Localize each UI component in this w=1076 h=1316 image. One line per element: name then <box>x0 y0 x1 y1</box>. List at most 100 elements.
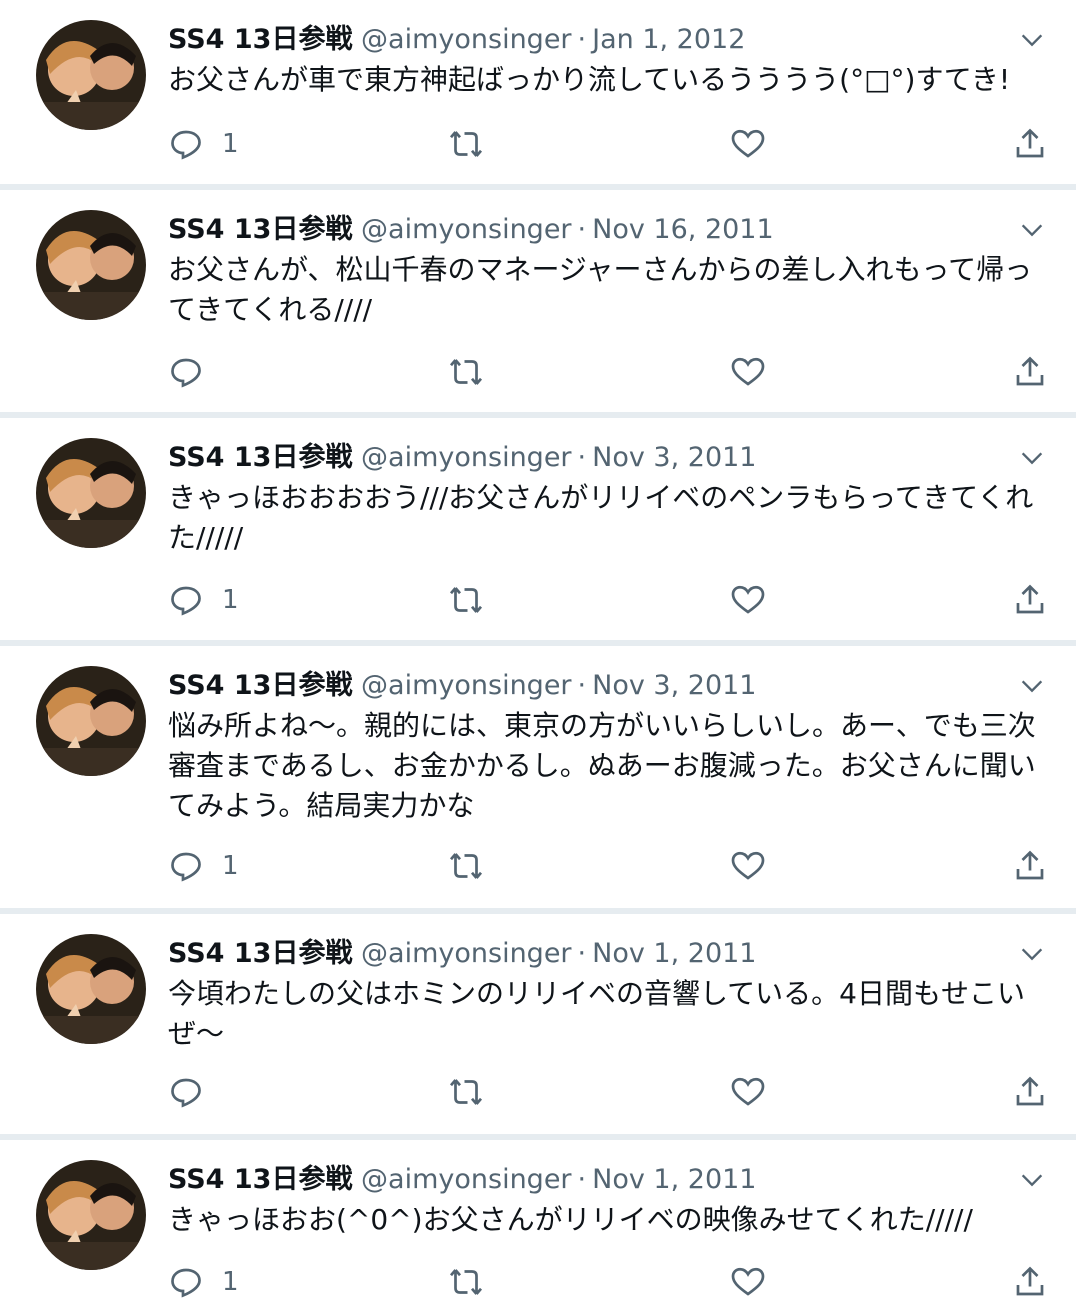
share-icon <box>1016 850 1044 880</box>
reply-button[interactable] <box>168 1072 222 1112</box>
tweet-date[interactable]: Nov 16, 2011 <box>592 214 774 245</box>
retweet-icon <box>449 1269 483 1295</box>
retweet-icon <box>449 1079 483 1105</box>
chevron-down-icon[interactable] <box>1018 26 1046 54</box>
display-name[interactable]: SS4 13日参戦 <box>168 1164 352 1195</box>
share-button[interactable] <box>1012 846 1048 886</box>
display-name[interactable]: SS4 13日参戦 <box>168 442 352 473</box>
avatar[interactable] <box>36 666 146 776</box>
tweet[interactable]: SS4 13日参戦 @aimyonsinger · Nov 3, 2011 悩み所よ… <box>4 646 1076 908</box>
user-handle[interactable]: @aimyonsinger <box>361 24 572 55</box>
share-icon <box>1016 128 1044 158</box>
separator-dot: · <box>577 670 587 701</box>
tweet-actions <box>168 1072 1048 1112</box>
tweet-text: お父さんが車で東方神起ばっかり流しているうううう(°□°)すてき! <box>168 63 1011 96</box>
avatar[interactable] <box>36 20 146 130</box>
retweet-button[interactable] <box>448 1072 484 1112</box>
avatar[interactable] <box>36 438 146 548</box>
like-button[interactable] <box>730 1072 766 1112</box>
retweet-icon <box>449 131 483 157</box>
share-icon <box>1016 356 1044 386</box>
tweet-text: きゃっほおお(^0^)お父さんがリリイベの映像みせてくれた///// <box>168 1203 973 1236</box>
display-name[interactable]: SS4 13日参戦 <box>168 214 352 245</box>
reply-button[interactable] <box>168 352 222 392</box>
retweet-button[interactable] <box>448 580 484 620</box>
user-handle[interactable]: @aimyonsinger <box>361 214 572 245</box>
tweet-date[interactable]: Nov 1, 2011 <box>592 1164 756 1195</box>
user-handle[interactable]: @aimyonsinger <box>361 442 572 473</box>
chevron-down-icon[interactable] <box>1018 940 1046 968</box>
chevron-down-icon[interactable] <box>1018 444 1046 472</box>
share-icon <box>1016 1076 1044 1106</box>
like-icon <box>731 129 765 158</box>
tweet[interactable]: SS4 13日参戦 @aimyonsinger · Nov 1, 2011 今頃わた… <box>4 914 1076 1134</box>
tweet-date[interactable]: Nov 3, 2011 <box>592 442 756 473</box>
reply-count: 1 <box>222 585 239 615</box>
retweet-button[interactable] <box>448 124 484 164</box>
tweet-header: SS4 13日参戦 @aimyonsinger · Nov 1, 2011 <box>168 1160 1046 1200</box>
tweet-actions <box>168 352 1048 392</box>
avatar[interactable] <box>36 210 146 320</box>
like-button[interactable] <box>730 580 766 620</box>
tweet[interactable]: SS4 13日参戦 @aimyonsinger · Nov 16, 2011 お父さ… <box>4 190 1076 412</box>
user-handle[interactable]: @aimyonsinger <box>361 938 572 969</box>
separator-dot: · <box>577 214 587 245</box>
tweet-actions: 1 <box>168 1262 1048 1302</box>
like-button[interactable] <box>730 1262 766 1302</box>
chevron-down-icon[interactable] <box>1018 1166 1046 1194</box>
retweet-button[interactable] <box>448 352 484 392</box>
tweet-date[interactable]: Nov 1, 2011 <box>592 938 756 969</box>
share-icon <box>1016 1266 1044 1296</box>
tweet[interactable]: SS4 13日参戦 @aimyonsinger · Nov 3, 2011 きゃっほ… <box>4 418 1076 640</box>
tweet-header: SS4 13日参戦 @aimyonsinger · Nov 3, 2011 <box>168 666 1046 706</box>
retweet-button[interactable] <box>448 846 484 886</box>
retweet-icon <box>449 587 483 613</box>
share-button[interactable] <box>1012 352 1048 392</box>
user-handle[interactable]: @aimyonsinger <box>361 1164 572 1195</box>
tweet-actions: 1 <box>168 124 1048 164</box>
retweet-icon <box>449 359 483 385</box>
share-button[interactable] <box>1012 580 1048 620</box>
reply-button[interactable]: 1 <box>168 124 239 164</box>
retweet-button[interactable] <box>448 1262 484 1302</box>
reply-count: 1 <box>222 1267 239 1297</box>
display-name[interactable]: SS4 13日参戦 <box>168 670 352 701</box>
tweet[interactable]: SS4 13日参戦 @aimyonsinger · Nov 1, 2011 きゃっほ… <box>4 1140 1076 1316</box>
tweet-text: お父さんが、松山千春のマネージャーさんからの差し入れもって帰ってきてくれる///… <box>168 253 1033 326</box>
like-icon <box>731 357 765 386</box>
timeline: SS4 13日参戦 @aimyonsinger · Jan 1, 2012 お父さん… <box>0 0 1076 1316</box>
tweet-date[interactable]: Nov 3, 2011 <box>592 670 756 701</box>
tweet-text: 今頃わたしの父はホミンのリリイベの音響している。4日間もせこいぜ〜 <box>168 977 1025 1050</box>
reply-button[interactable]: 1 <box>168 580 239 620</box>
avatar[interactable] <box>36 934 146 1044</box>
reply-count: 1 <box>222 851 239 881</box>
share-button[interactable] <box>1012 1262 1048 1302</box>
separator-dot: · <box>577 938 587 969</box>
reply-button[interactable]: 1 <box>168 846 239 886</box>
display-name[interactable]: SS4 13日参戦 <box>168 24 352 55</box>
reply-icon <box>171 358 201 388</box>
reply-icon <box>171 1268 201 1298</box>
like-button[interactable] <box>730 846 766 886</box>
avatar[interactable] <box>36 1160 146 1270</box>
separator-dot: · <box>577 442 587 473</box>
share-button[interactable] <box>1012 1072 1048 1112</box>
like-button[interactable] <box>730 352 766 392</box>
tweet-text: きゃっほおおおおう///お父さんがリリイベのペンラもらってきてくれた///// <box>168 481 1034 554</box>
separator-dot: · <box>577 1164 587 1195</box>
like-button[interactable] <box>730 124 766 164</box>
share-button[interactable] <box>1012 124 1048 164</box>
tweet-actions: 1 <box>168 846 1048 886</box>
user-handle[interactable]: @aimyonsinger <box>361 670 572 701</box>
tweet-actions: 1 <box>168 580 1048 620</box>
chevron-down-icon[interactable] <box>1018 672 1046 700</box>
tweet-header: SS4 13日参戦 @aimyonsinger · Nov 16, 2011 <box>168 210 1046 250</box>
tweet-header: SS4 13日参戦 @aimyonsinger · Nov 3, 2011 <box>168 438 1046 478</box>
chevron-down-icon[interactable] <box>1018 216 1046 244</box>
tweet[interactable]: SS4 13日参戦 @aimyonsinger · Jan 1, 2012 お父さん… <box>4 0 1076 184</box>
tweet-date[interactable]: Jan 1, 2012 <box>592 24 745 55</box>
tweet-header: SS4 13日参戦 @aimyonsinger · Jan 1, 2012 <box>168 20 1046 60</box>
reply-button[interactable]: 1 <box>168 1262 239 1302</box>
share-icon <box>1016 584 1044 614</box>
display-name[interactable]: SS4 13日参戦 <box>168 938 352 969</box>
